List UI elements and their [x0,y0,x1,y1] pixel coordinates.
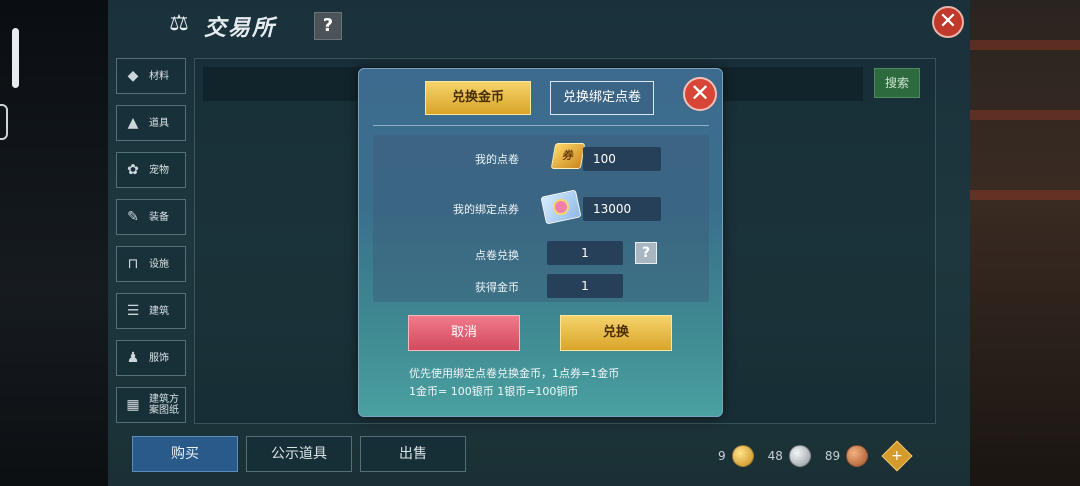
material-icon: ◆ [127,68,139,84]
copper-count: 89 [824,449,841,463]
help-button[interactable]: ? [314,12,342,40]
my-bound-points-label: 我的绑定点券 [453,203,519,216]
category-material[interactable]: ◆ 材料 [116,58,186,94]
equipment-icon: ✎ [127,209,139,225]
exchange-form: 我的点卷 券 100 我的绑定点券 13000 点卷兑换 1 ? 获得金币 1 [373,135,709,302]
edge-handle[interactable] [0,104,8,140]
exchange-dialog: 兑换金币 兑换绑定点卷 ✕ 我的点卷 券 100 我的绑定点券 13000 点卷… [358,68,723,417]
building-icon: ☰ [126,303,140,319]
category-building[interactable]: ☰ 建筑 [116,293,186,329]
exchange-amount-label: 点卷兑换 [475,249,519,262]
help-button[interactable]: ? [635,242,657,264]
silver-count: 48 [767,449,783,463]
tab-sell[interactable]: 出售 [360,436,466,472]
category-equipment[interactable]: ✎ 装备 [116,199,186,235]
confirm-exchange-button[interactable]: 兑换 [560,315,672,351]
exchange-amount-input[interactable]: 1 [547,241,623,265]
category-item[interactable]: ▲ 道具 [116,105,186,141]
status-pill [12,28,19,88]
note-line: 优先使用绑定点卷兑换金币，1点券=1金币 [409,367,620,380]
category-facility[interactable]: ⊓ 设施 [116,246,186,282]
tab-exchange-bound-points[interactable]: 兑换绑定点卷 [550,81,654,115]
blueprint-icon: ▦ [126,397,140,413]
bound-ticket-icon [540,189,582,225]
facility-icon: ⊓ [127,256,139,272]
category-label: 装备 [149,211,169,223]
item-icon: ▲ [127,115,139,131]
tab-public-items[interactable]: 公示道具 [246,436,352,472]
category-label: 设施 [149,258,169,270]
my-bound-points-value: 13000 [583,197,661,221]
add-currency-icon[interactable]: + [881,440,913,472]
close-button[interactable]: ✕ [932,6,964,38]
category-blueprint[interactable]: ▦ 建筑方案图纸 [116,387,186,423]
my-points-value: 100 [583,147,661,171]
category-pet[interactable]: ✿ 宠物 [116,152,186,188]
page-title: 交易所 [204,16,277,41]
background-stripe [970,190,1080,200]
obtain-gold-value: 1 [547,274,623,298]
obtain-gold-label: 获得金币 [475,281,519,294]
tab-buy[interactable]: 购买 [132,436,238,472]
gold-ticket-icon: 券 [550,143,586,169]
my-points-label: 我的点卷 [475,153,519,166]
pet-icon: ✿ [127,162,139,178]
device-left-bezel [0,0,108,486]
category-label: 建筑方案图纸 [149,394,179,416]
category-label: 道具 [149,117,169,129]
silver-coin-icon [788,445,811,467]
gold-count: 9 [718,449,726,463]
search-button[interactable]: 搜索 [874,68,920,98]
exchange-note: 优先使用绑定点卷兑换金币，1点券=1金币 1金币= 100银币 1银币=100铜… [409,365,709,401]
dialog-close-button[interactable]: ✕ [683,77,717,111]
category-label: 宠物 [149,164,169,176]
tab-exchange-gold[interactable]: 兑换金币 [425,81,531,115]
category-costume[interactable]: ♟ 服饰 [116,340,186,376]
device-right-bezel [970,0,1080,486]
gold-coin-icon [731,445,754,467]
screen-header: ⚖ 交易所 ? ✕ [108,0,970,52]
costume-icon: ♟ [126,350,140,366]
note-line: 1金币= 100银币 1银币=100铜币 [409,385,579,398]
divider [373,125,709,126]
currency-bar: 9 48 89 + [718,440,913,472]
bottom-tab-bar: 购买 公示道具 出售 [132,436,466,472]
category-sidebar: ◆ 材料 ▲ 道具 ✿ 宠物 ✎ 装备 ⊓ 设施 ☰ 建筑 ♟ 服饰 ▦ 建筑方 [116,58,186,434]
background-stripe [970,40,1080,50]
scale-icon: ⚖ [169,11,189,36]
category-label: 建筑 [149,305,169,317]
background-stripe [970,110,1080,120]
cancel-button[interactable]: 取消 [408,315,520,351]
category-label: 材料 [149,70,169,82]
category-label: 服饰 [149,352,169,364]
copper-coin-icon [846,445,869,467]
